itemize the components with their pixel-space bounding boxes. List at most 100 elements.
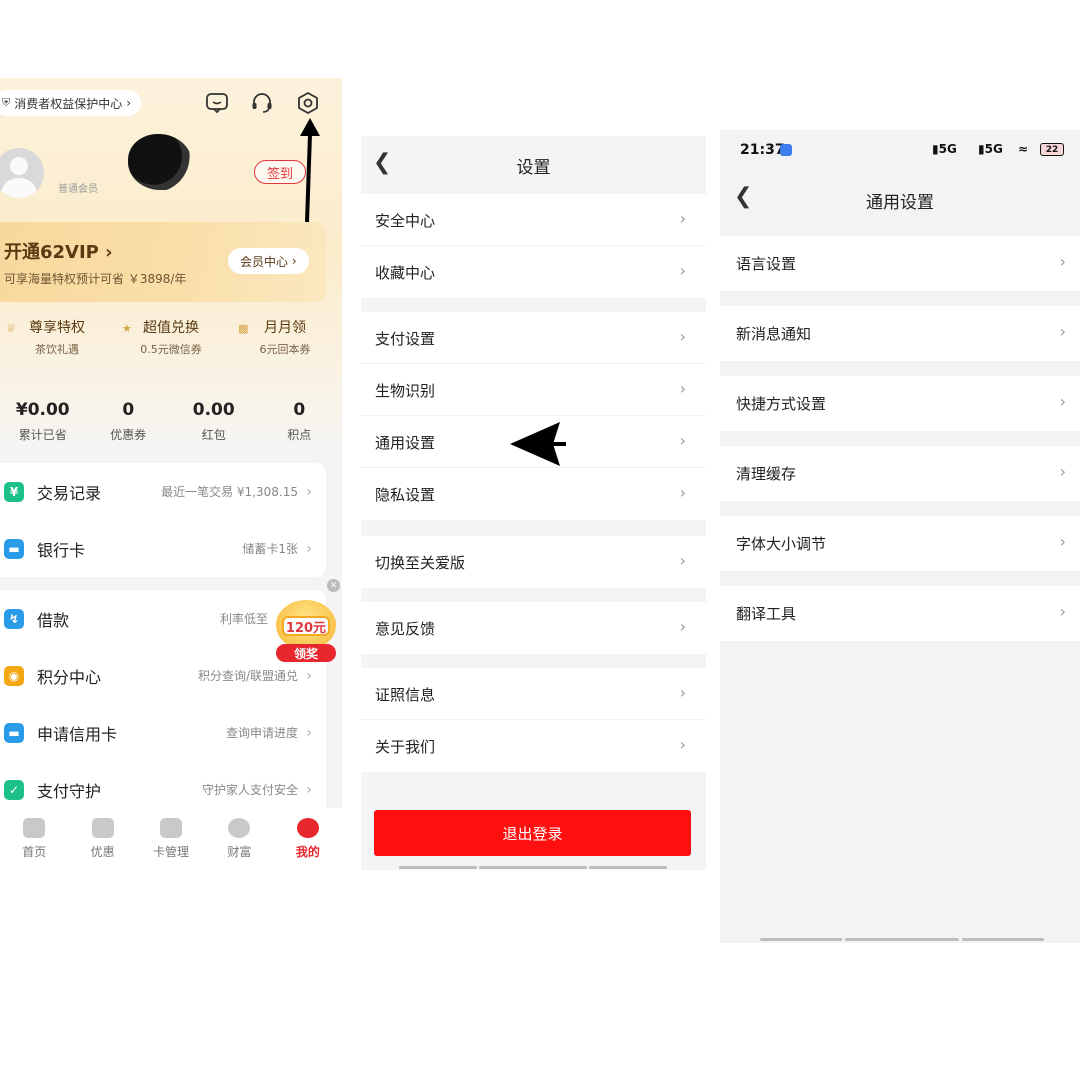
settings-item-security-center[interactable]: 安全中心 › — [361, 194, 706, 246]
settings-item-care-mode[interactable]: 切换至关爱版 › — [361, 536, 706, 588]
settings-item-about[interactable]: 关于我们 › — [361, 720, 706, 772]
item-label: 切换至关爱版 — [375, 554, 466, 572]
row-note: 最近一笔交易 ¥1,308.15 — [161, 485, 298, 499]
chevron-right-icon: › — [126, 96, 132, 110]
stat-value: 0.00 — [192, 400, 235, 420]
tab-label: 优惠 — [90, 845, 115, 859]
perk-exclusive[interactable]: ♕ 尊享特权 茶饮礼遇 — [0, 302, 114, 364]
chevron-right-icon: › — [679, 261, 686, 280]
row-label: 借款 — [37, 610, 70, 630]
general-item-translation[interactable]: 翻译工具 › — [720, 586, 1080, 641]
settings-gear-icon[interactable] — [295, 90, 321, 116]
item-label: 通用设置 — [375, 434, 436, 452]
chevron-right-icon: › — [1059, 392, 1066, 411]
tab-wealth[interactable]: 财富 — [205, 808, 273, 870]
signal-icon: ▮5G — [978, 142, 1003, 156]
nav-bar: ❮ 设置 — [361, 136, 706, 192]
settings-item-biometrics[interactable]: 生物识别 › — [361, 364, 706, 416]
perk-title: 尊享特权 — [29, 320, 85, 336]
settings-item-favorites[interactable]: 收藏中心 › — [361, 246, 706, 298]
nav-bar: ❮ 通用设置 — [720, 168, 1080, 230]
close-icon[interactable]: ✕ — [327, 579, 340, 592]
stat-saved[interactable]: ¥0.00 累计已省 — [0, 400, 86, 443]
chevron-right-icon: › — [679, 683, 686, 702]
general-item-clear-cache[interactable]: 清理缓存 › — [720, 446, 1080, 501]
row-note: 查询申请进度 — [225, 726, 298, 740]
tab-label: 我的 — [295, 845, 320, 859]
settings-item-payment[interactable]: 支付设置 › — [361, 312, 706, 364]
stat-label: 累计已省 — [18, 428, 67, 442]
member-center-button[interactable]: 会员中心 › — [228, 248, 309, 274]
tab-offers[interactable]: 优惠 — [68, 808, 136, 870]
tab-label: 首页 — [22, 845, 47, 859]
row-label: 积分中心 — [37, 667, 102, 687]
reward-badge[interactable]: 120元 领奖 — [272, 600, 338, 666]
home-indicator — [479, 866, 587, 869]
signal-icon: ▮5G — [932, 142, 957, 156]
item-label: 新消息通知 — [736, 325, 812, 343]
chevron-right-icon: › — [1059, 532, 1066, 551]
chevron-right-icon: › — [1059, 602, 1066, 621]
customer-service-icon[interactable] — [249, 90, 275, 116]
stat-value: 0 — [122, 400, 135, 420]
consumer-protection-label: 消费者权益保护中心 — [14, 96, 123, 111]
claim-reward-button[interactable]: 领奖 — [276, 644, 336, 662]
row-label: 银行卡 — [37, 540, 86, 560]
row-label: 交易记录 — [37, 483, 102, 503]
app-notification-icon — [780, 144, 792, 156]
chevron-right-icon: › — [679, 431, 686, 450]
row-note: 储蓄卡1张 — [242, 542, 298, 556]
stat-redpacket[interactable]: 0.00 红包 — [171, 400, 257, 443]
general-item-notifications[interactable]: 新消息通知 › — [720, 306, 1080, 361]
chevron-right-icon: › — [679, 551, 686, 570]
checkin-button[interactable]: 签到 — [254, 160, 306, 184]
general-item-language[interactable]: 语言设置 › — [720, 236, 1080, 291]
stat-points[interactable]: 0 积点 — [257, 400, 343, 443]
settings-item-licenses[interactable]: 证照信息 › — [361, 668, 706, 720]
chevron-right-icon: › — [679, 327, 686, 346]
settings-item-feedback[interactable]: 意见反馈 › — [361, 602, 706, 654]
item-label: 证照信息 — [375, 686, 436, 704]
settings-item-privacy[interactable]: 隐私设置 › — [361, 468, 706, 520]
settings-item-general[interactable]: 通用设置 › — [361, 416, 706, 468]
consumer-protection-link[interactable]: ⛨ 消费者权益保护中心 › — [0, 90, 142, 116]
chevron-right-icon: › — [306, 724, 312, 741]
list-item-transactions[interactable]: ¥ 交易记录 最近一笔交易 ¥1,308.15 › — [0, 463, 326, 520]
row-note: 守护家人支付安全 — [201, 783, 298, 797]
shield-check-icon: ✓ — [4, 779, 24, 800]
tab-mine[interactable]: 我的 — [274, 808, 342, 870]
home-icon — [23, 818, 46, 838]
perk-sub: 0.5元微信券 — [140, 343, 202, 356]
chevron-right-icon: › — [679, 483, 686, 502]
logout-button[interactable]: 退出登录 — [374, 810, 691, 856]
tab-label: 卡管理 — [153, 845, 190, 859]
chevron-right-icon: › — [306, 781, 312, 798]
coupon-icon: ▩ — [238, 322, 249, 335]
list-item-credit-card[interactable]: ▬ 申请信用卡 查询申请进度 › — [0, 704, 326, 761]
yuan-icon: ¥ — [4, 481, 24, 502]
perk-monthly[interactable]: ▩ 月月领 6元回本券 — [228, 302, 342, 364]
chevron-right-icon: › — [1059, 462, 1066, 481]
general-item-font-size[interactable]: 字体大小调节 › — [720, 516, 1080, 571]
item-label: 语言设置 — [736, 255, 797, 273]
list-item-bank-card[interactable]: ▬ 银行卡 储蓄卡1张 › — [0, 520, 326, 577]
signal-label: 5G — [938, 142, 957, 156]
perk-sub: 6元回本券 — [259, 343, 311, 356]
perk-exchange[interactable]: ★ 超值兑换 0.5元微信券 — [114, 302, 228, 364]
wifi-icon: ≈ — [1018, 142, 1029, 156]
settings-group-4: 意见反馈 › — [361, 602, 706, 654]
vip-title[interactable]: 开通62VIP › — [4, 238, 113, 264]
stat-coupons[interactable]: 0 优惠券 — [86, 400, 172, 443]
tab-home[interactable]: 首页 — [0, 808, 68, 870]
crown-icon: ♕ — [6, 322, 16, 335]
item-label: 生物识别 — [375, 382, 436, 400]
general-item-shortcuts[interactable]: 快捷方式设置 › — [720, 376, 1080, 431]
credit-card-icon: ▬ — [4, 722, 24, 743]
message-icon[interactable] — [204, 90, 230, 116]
settings-group-2: 支付设置 › 生物识别 › 通用设置 › 隐私设置 › — [361, 312, 706, 520]
status-bar: 21:37 ▮5G ▮5G ≈ 22 — [720, 130, 1080, 168]
home-indicator — [845, 938, 959, 941]
redacted-scribble — [128, 134, 192, 190]
tab-card-management[interactable]: 卡管理 — [137, 808, 205, 870]
item-label: 清理缓存 — [736, 465, 797, 483]
